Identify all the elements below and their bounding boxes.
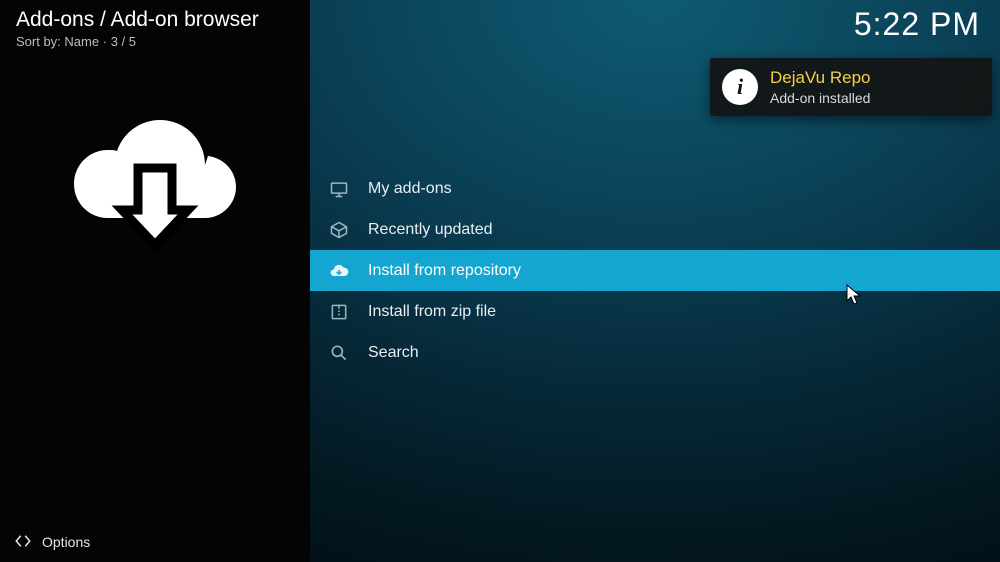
- options-icon: [14, 532, 32, 553]
- menu-item-label: Search: [368, 344, 419, 362]
- menu-item-label: My add-ons: [368, 180, 452, 198]
- sort-prefix: Sort by:: [16, 34, 61, 49]
- sidebar: Add-ons / Add-on browser Sort by: Name ·…: [0, 0, 310, 562]
- cloud-download-icon: [328, 260, 350, 282]
- menu-item-install-zip[interactable]: Install from zip file: [310, 291, 1000, 332]
- sort-info: Sort by: Name · 3 / 5: [16, 34, 294, 49]
- toast-title: DejaVu Repo: [770, 68, 871, 88]
- menu-item-label: Install from repository: [368, 262, 521, 280]
- sidebar-header: Add-ons / Add-on browser Sort by: Name ·…: [0, 0, 310, 53]
- menu-item-search[interactable]: Search: [310, 332, 1000, 373]
- list-position: 3 / 5: [111, 34, 136, 49]
- sidebar-hero-icon-wrap: [0, 53, 310, 522]
- menu-item-recently-updated[interactable]: Recently updated: [310, 209, 1000, 250]
- sort-sep: ·: [103, 34, 111, 49]
- options-label: Options: [42, 534, 90, 550]
- toast-body: DejaVu Repo Add-on installed: [770, 68, 871, 106]
- main-panel: 5:22 PM My add-ons Recently updated: [310, 0, 1000, 562]
- box-icon: [328, 219, 350, 241]
- cloud-download-hero-icon: [70, 113, 240, 268]
- menu-item-label: Recently updated: [368, 221, 493, 239]
- sort-value[interactable]: Name: [64, 34, 99, 49]
- clock: 5:22 PM: [854, 6, 980, 43]
- menu-item-install-repo[interactable]: Install from repository: [310, 250, 1000, 291]
- toast-message: Add-on installed: [770, 90, 871, 106]
- breadcrumb: Add-ons / Add-on browser: [16, 8, 294, 32]
- screen-icon: [328, 178, 350, 200]
- search-icon: [328, 342, 350, 364]
- menu-item-label: Install from zip file: [368, 303, 496, 321]
- menu-item-my-addons[interactable]: My add-ons: [310, 168, 1000, 209]
- notification-toast: i DejaVu Repo Add-on installed: [710, 58, 992, 116]
- menu-list: My add-ons Recently updated Install: [310, 168, 1000, 373]
- app-root: Add-ons / Add-on browser Sort by: Name ·…: [0, 0, 1000, 562]
- info-icon: i: [722, 69, 758, 105]
- zip-icon: [328, 301, 350, 323]
- options-button[interactable]: Options: [0, 522, 310, 562]
